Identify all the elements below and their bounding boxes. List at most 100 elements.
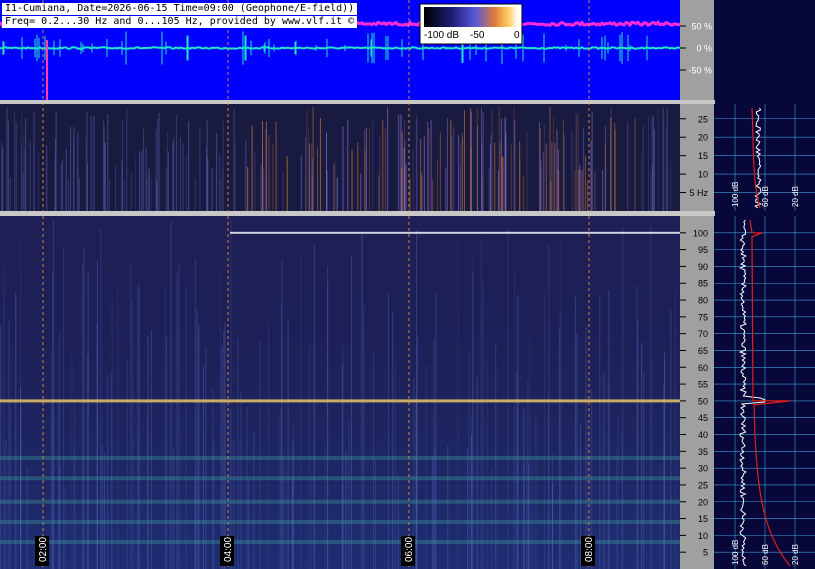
lf-streak [319,118,321,211]
lf-streak [166,147,168,211]
lf-streak [488,168,490,211]
elf-streak [176,272,178,569]
lf-streak [397,115,399,211]
separator-mid [0,211,715,216]
lf-streak [342,126,344,211]
lf-streak [2,148,4,211]
elf-streak [674,288,676,569]
elf-tick-label: 80 [698,296,708,306]
lf-streak [662,107,664,211]
elf-streak [447,445,449,569]
lf-streak [445,168,447,211]
lf-streak [604,143,606,211]
lf-streak [206,119,208,211]
elf-profile-label: 20 dB [791,544,800,565]
lf-streak [369,127,371,211]
lf-streak [663,117,665,211]
elf-streak [223,330,225,569]
lf-streak [481,142,483,211]
elf-streak [342,483,344,569]
elf-streak [435,292,437,569]
elf-streak [293,422,295,569]
lf-streak [194,178,196,211]
elf-streak [599,295,601,569]
elf-band-schumann [0,456,680,461]
elf-streak [373,353,374,569]
elf-tick-label: 65 [698,346,708,356]
lf-streak [173,135,175,211]
lf-streak [365,128,367,211]
elf-streak [617,413,619,569]
lf-streak [220,179,222,211]
lf-streak [254,153,256,211]
elf-streak [203,365,205,569]
colorbar-gradient [424,7,518,27]
lf-streak [286,156,288,211]
elf-streak [173,448,175,569]
lf-streak [378,174,380,211]
elf-streak [560,238,562,569]
elf-streak [198,326,199,569]
elf-streak [50,356,52,569]
lf-streak [552,117,554,211]
colorbar-label-low: -100 dB [424,30,460,41]
elf-streak [345,450,347,569]
lf-streak [86,163,88,211]
lf-streak [93,115,95,211]
elf-streak [523,408,525,569]
lf-streak [540,160,542,211]
elf-streak [513,405,515,569]
elf-streak [348,420,350,569]
lf-streak [615,129,617,211]
lf-streak [37,151,39,211]
lf-streak [336,176,338,211]
lf-streak [666,107,668,211]
lf-streak [575,114,577,211]
lf-streak [148,168,150,211]
elf-streak [641,343,643,569]
elf-streak [486,358,488,569]
lf-streak [143,128,145,211]
elf-streak [472,272,474,569]
lf-streak [126,108,128,211]
elf-streak [425,364,427,569]
elf-streak [170,222,172,569]
lf-streak [25,118,27,211]
lf-streak [430,119,432,211]
elf-streak [268,321,269,569]
elf-streak [0,325,2,569]
lf-streak [490,134,492,211]
header-line-2: Freq= 0.2...30 Hz and 0...105 Hz, provid… [2,16,358,28]
lf-streak [580,169,582,211]
lf-streak [421,172,423,211]
elf-streak [100,228,102,569]
lf-streak [581,169,583,211]
lf-streak [642,125,644,211]
lf-streak [219,153,221,211]
lf-streak [409,178,411,211]
lf-streak [432,179,434,211]
lf-streak [539,121,540,211]
elf-profile-label: 60 dB [761,544,770,565]
elf-streak [434,447,436,569]
lf-streak [602,170,604,211]
lf-streak [326,170,328,211]
elf-tick-label: 45 [698,413,708,423]
lf-streak [176,114,178,211]
lf-streak [245,140,247,211]
lf-streak [437,159,438,211]
lf-streak [6,107,8,211]
elf-streak [470,416,472,569]
elf-streak [26,467,28,569]
lf-streak [562,120,564,211]
elf-streak [585,327,587,569]
elf-streak [615,448,617,569]
time-label: 04:00 [223,537,234,562]
lf-streak [211,168,213,211]
elf-streak [111,301,113,569]
lf-streak [306,110,308,211]
elf-streak [580,423,581,569]
lf-streak [115,166,116,211]
elf-streak [621,429,623,569]
lf-streak [310,143,312,211]
